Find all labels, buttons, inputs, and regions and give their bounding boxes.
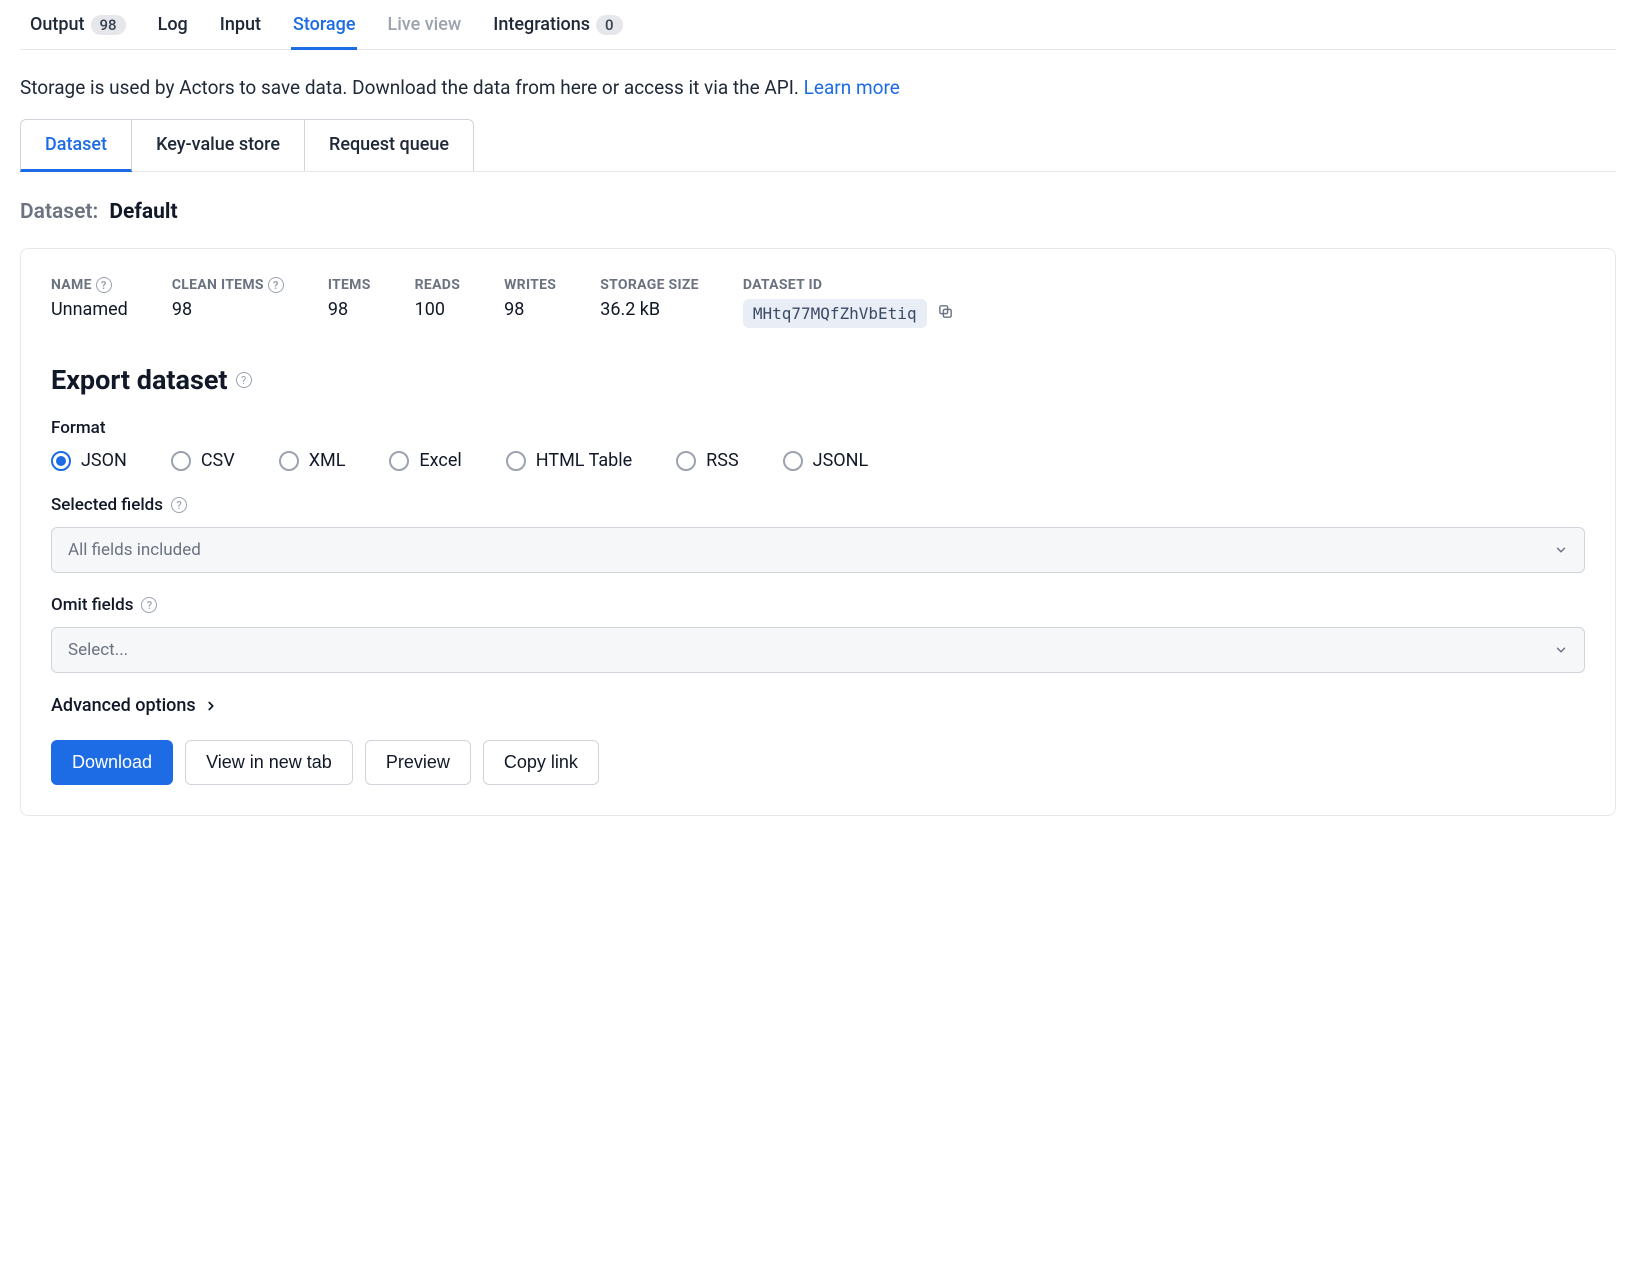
learn-more-link[interactable]: Learn more	[804, 76, 900, 99]
stat-label-text: READS	[415, 277, 460, 293]
subtab-dataset[interactable]: Dataset	[20, 119, 132, 172]
radio-label: Excel	[419, 450, 461, 471]
radio-circle-icon	[51, 451, 71, 471]
copy-icon[interactable]	[937, 303, 954, 324]
tab-input[interactable]: Input	[218, 0, 263, 49]
advanced-label: Advanced options	[51, 695, 196, 716]
storage-subtabs: Dataset Key-value store Request queue	[20, 119, 1616, 172]
stat-dataset-id: DATASET ID MHtq77MQfZhVbEtiq	[743, 277, 954, 328]
tab-label: Live view	[387, 14, 461, 35]
export-heading: Export dataset ?	[51, 364, 1585, 396]
stat-value: 100	[415, 299, 460, 320]
stat-clean-items: CLEAN ITEMS ? 98	[172, 277, 284, 328]
subtab-request-queue[interactable]: Request queue	[305, 119, 474, 171]
tab-integrations[interactable]: Integrations 0	[491, 0, 624, 49]
copy-link-button[interactable]: Copy link	[483, 740, 599, 785]
radio-circle-icon	[676, 451, 696, 471]
radio-rss[interactable]: RSS	[676, 450, 738, 471]
stat-label-text: NAME	[51, 277, 92, 293]
tab-storage[interactable]: Storage	[291, 0, 358, 49]
select-placeholder: Select...	[68, 640, 128, 660]
dataset-id-value: MHtq77MQfZhVbEtiq	[743, 299, 927, 328]
stat-reads: READS 100	[415, 277, 460, 328]
tab-live-view: Live view	[385, 0, 463, 49]
preview-button[interactable]: Preview	[365, 740, 471, 785]
radio-label: RSS	[706, 450, 738, 471]
stat-value: Unnamed	[51, 299, 128, 320]
stat-storage-size: STORAGE SIZE 36.2 kB	[600, 277, 699, 328]
selected-fields-label: Selected fields ?	[51, 495, 1585, 515]
stat-value: 98	[328, 299, 371, 320]
dataset-heading-label: Dataset:	[20, 200, 98, 224]
export-actions: Download View in new tab Preview Copy li…	[51, 740, 1585, 785]
chevron-down-icon	[1554, 543, 1568, 557]
stat-value: 36.2 kB	[600, 299, 699, 320]
radio-circle-icon	[389, 451, 409, 471]
help-icon[interactable]: ?	[171, 497, 187, 513]
tab-label: Storage	[293, 14, 356, 35]
stat-name: NAME ? Unnamed	[51, 277, 128, 328]
stat-label-text: DATASET ID	[743, 277, 823, 293]
chevron-down-icon	[1554, 643, 1568, 657]
stat-label-text: ITEMS	[328, 277, 371, 293]
chevron-right-icon	[204, 699, 218, 713]
storage-description: Storage is used by Actors to save data. …	[20, 76, 1616, 99]
omit-fields-label: Omit fields ?	[51, 595, 1585, 615]
label-text: Selected fields	[51, 495, 163, 515]
tab-label: Log	[158, 14, 188, 35]
radio-csv[interactable]: CSV	[171, 450, 235, 471]
tab-label: Input	[220, 14, 261, 35]
view-new-tab-button[interactable]: View in new tab	[185, 740, 353, 785]
omit-fields-select[interactable]: Select...	[51, 627, 1585, 673]
radio-xml[interactable]: XML	[279, 450, 346, 471]
dataset-heading: Dataset: Default	[20, 200, 1616, 224]
advanced-options-toggle[interactable]: Advanced options	[51, 695, 1585, 716]
stat-value: 98	[172, 299, 284, 320]
dataset-card: NAME ? Unnamed CLEAN ITEMS ? 98 ITEMS 98…	[20, 248, 1616, 816]
badge-output-count: 98	[91, 15, 126, 35]
help-icon[interactable]: ?	[236, 372, 252, 388]
stat-items: ITEMS 98	[328, 277, 371, 328]
tab-output[interactable]: Output 98	[28, 0, 128, 49]
radio-label: CSV	[201, 450, 235, 471]
stat-label-text: WRITES	[504, 277, 556, 293]
radio-excel[interactable]: Excel	[389, 450, 461, 471]
help-icon[interactable]: ?	[141, 597, 157, 613]
subtab-key-value-store[interactable]: Key-value store	[132, 119, 305, 171]
radio-circle-icon	[171, 451, 191, 471]
selected-fields-select[interactable]: All fields included	[51, 527, 1585, 573]
stat-value: 98	[504, 299, 556, 320]
tab-label: Output	[30, 14, 85, 35]
badge-integrations-count: 0	[596, 15, 623, 35]
format-label: Format	[51, 418, 1585, 438]
label-text: Omit fields	[51, 595, 133, 615]
help-icon[interactable]: ?	[268, 277, 284, 293]
radio-label: HTML Table	[536, 450, 632, 471]
radio-circle-icon	[279, 451, 299, 471]
dataset-heading-value: Default	[109, 200, 177, 224]
radio-json[interactable]: JSON	[51, 450, 127, 471]
format-radio-group: JSON CSV XML Excel HTML Table RSS JSONL	[51, 450, 1585, 471]
top-tabs: Output 98 Log Input Storage Live view In…	[20, 0, 1616, 50]
stat-label-text: STORAGE SIZE	[600, 277, 699, 293]
radio-circle-icon	[783, 451, 803, 471]
download-button[interactable]: Download	[51, 740, 173, 785]
stat-label-text: CLEAN ITEMS	[172, 277, 264, 293]
radio-label: XML	[309, 450, 346, 471]
select-placeholder: All fields included	[68, 540, 201, 560]
stat-writes: WRITES 98	[504, 277, 556, 328]
help-icon[interactable]: ?	[96, 277, 112, 293]
description-text: Storage is used by Actors to save data. …	[20, 76, 804, 99]
radio-circle-icon	[506, 451, 526, 471]
tab-log[interactable]: Log	[156, 0, 190, 49]
tab-label: Integrations	[493, 14, 590, 35]
dataset-stats: NAME ? Unnamed CLEAN ITEMS ? 98 ITEMS 98…	[51, 277, 1585, 328]
radio-jsonl[interactable]: JSONL	[783, 450, 869, 471]
export-heading-text: Export dataset	[51, 364, 228, 396]
radio-label: JSON	[81, 450, 127, 471]
radio-label: JSONL	[813, 450, 869, 471]
radio-html-table[interactable]: HTML Table	[506, 450, 632, 471]
